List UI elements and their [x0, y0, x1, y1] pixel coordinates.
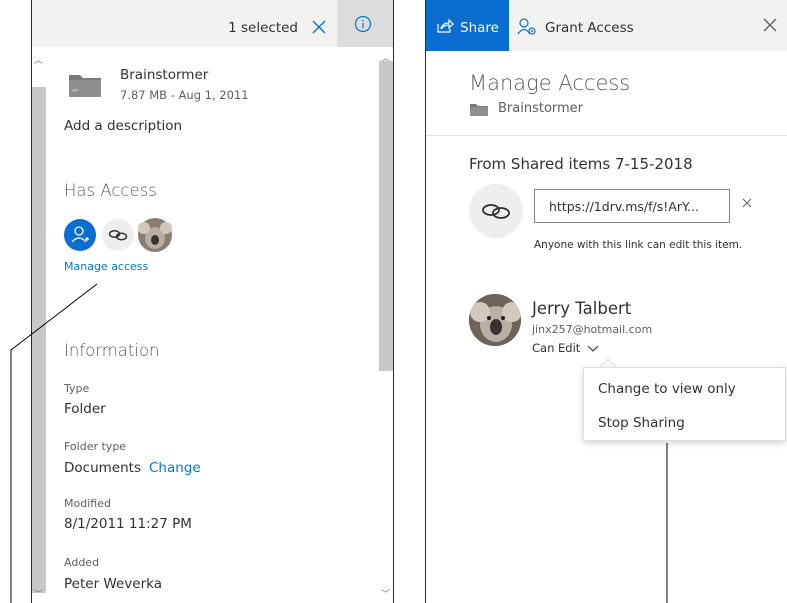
callout-line-manage-access [10, 283, 98, 603]
callout-lines [10, 283, 668, 603]
